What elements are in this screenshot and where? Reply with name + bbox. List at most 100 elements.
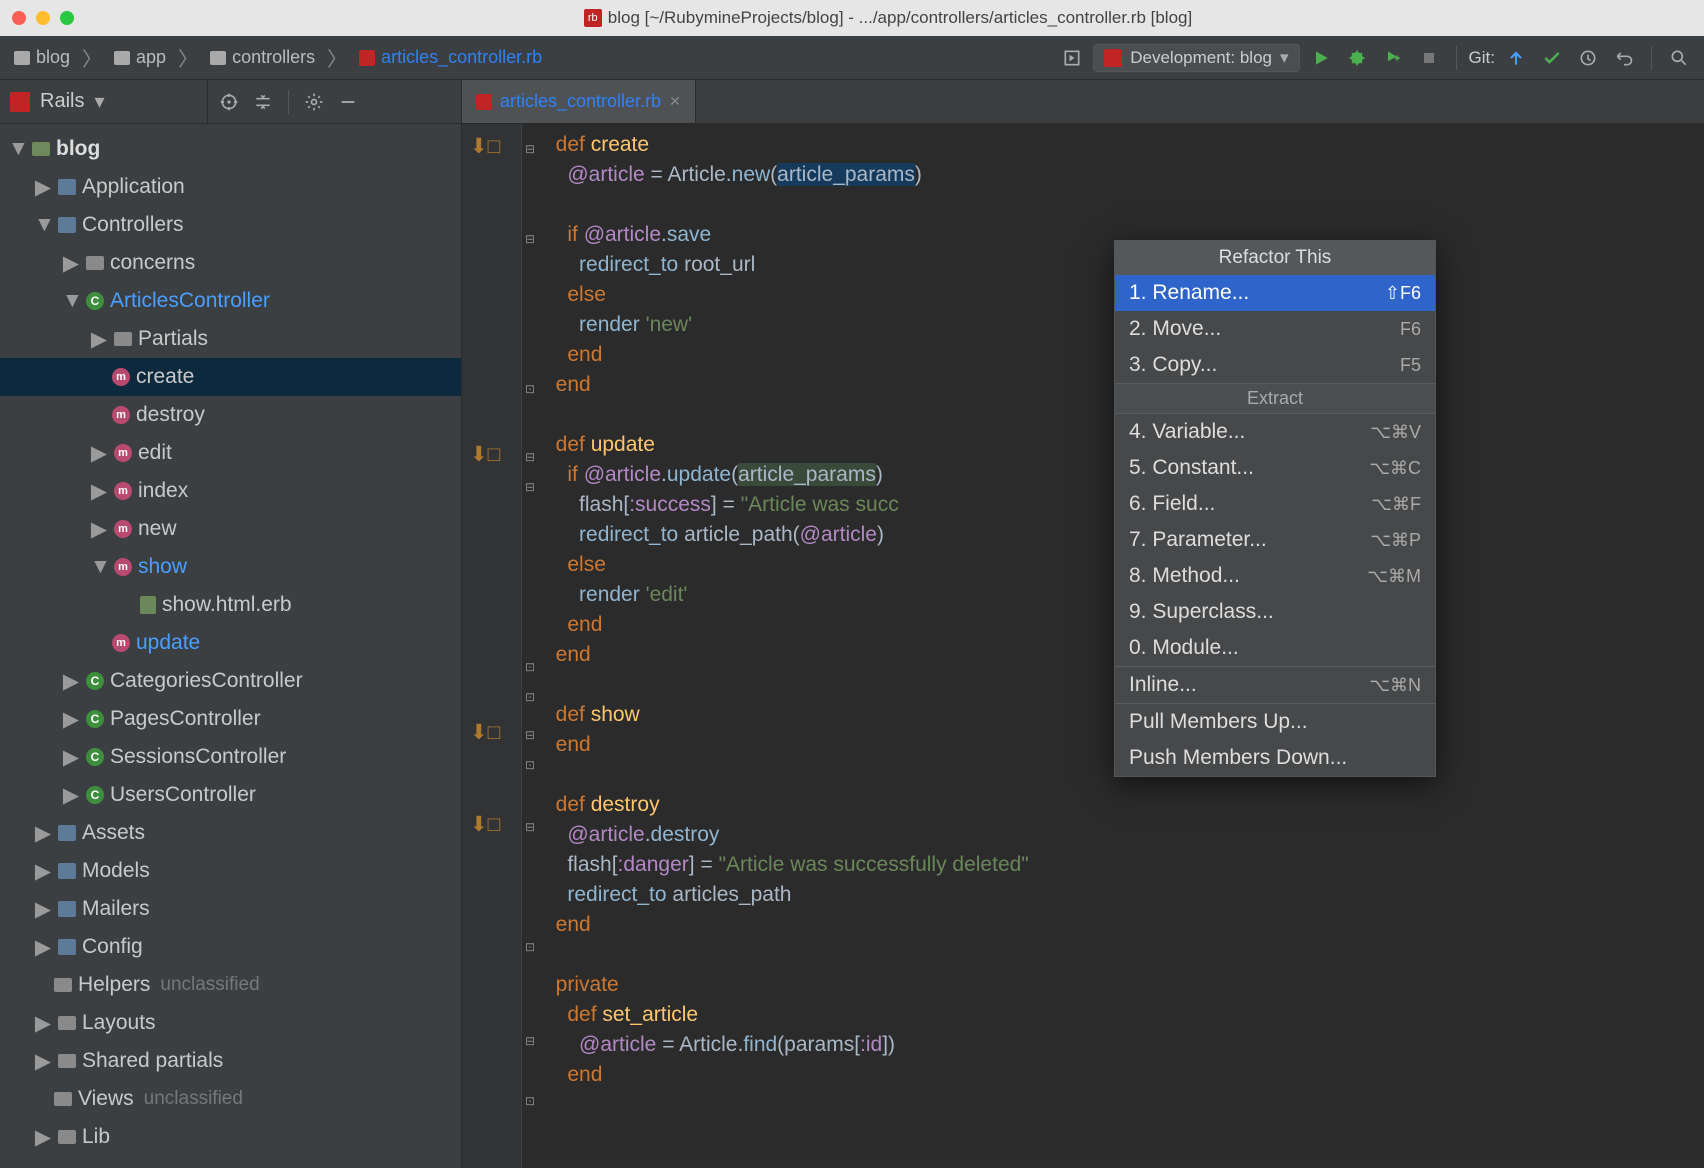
git-label: Git: bbox=[1469, 48, 1495, 68]
fold-column[interactable]: ⊟ ⊟ ⊡ ⊟ ⊟ ⊡ ⊡ ⊟ ⊡ ⊟ ⊡ ⊟ ⊡ bbox=[522, 124, 540, 1168]
git-commit-button[interactable] bbox=[1537, 43, 1567, 73]
ruby-file-icon bbox=[359, 50, 375, 66]
tree-categories-controller[interactable]: ▶CCategoriesController bbox=[0, 662, 461, 700]
folder-icon bbox=[58, 863, 76, 879]
git-update-button[interactable] bbox=[1501, 43, 1531, 73]
tree-method-update[interactable]: mupdate bbox=[0, 624, 461, 662]
git-history-button[interactable] bbox=[1573, 43, 1603, 73]
minimize-window-button[interactable] bbox=[36, 11, 50, 25]
folder-icon bbox=[58, 217, 76, 233]
build-button[interactable] bbox=[1057, 43, 1087, 73]
popup-item-pull-up[interactable]: Pull Members Up... bbox=[1115, 704, 1435, 740]
tree-config[interactable]: ▶Config bbox=[0, 928, 461, 966]
tree-method-edit[interactable]: ▶medit bbox=[0, 434, 461, 472]
tree-method-create[interactable]: mcreate bbox=[0, 358, 461, 396]
tree-root-blog[interactable]: ▼blog bbox=[0, 130, 461, 168]
popup-item-variable[interactable]: 4. Variable...⌥⌘V bbox=[1115, 414, 1435, 450]
tree-users-controller[interactable]: ▶CUsersController bbox=[0, 776, 461, 814]
tree-method-index[interactable]: ▶mindex bbox=[0, 472, 461, 510]
folder-icon bbox=[54, 978, 72, 992]
folder-icon bbox=[210, 51, 226, 65]
breadcrumb-app[interactable]: app bbox=[110, 47, 170, 68]
tree-views[interactable]: Viewsunclassified bbox=[0, 1080, 461, 1118]
class-icon: C bbox=[86, 292, 104, 310]
folder-icon bbox=[58, 1054, 76, 1068]
override-icon[interactable]: ⬇□ bbox=[470, 810, 490, 830]
method-icon: m bbox=[112, 634, 130, 652]
editor-tab-articles-controller[interactable]: articles_controller.rb ✕ bbox=[462, 80, 696, 123]
editor-gutter[interactable]: ⬇□ ⬇□ ⬇□ ⬇□ bbox=[462, 124, 522, 1168]
rails-icon bbox=[10, 92, 30, 112]
tree-controllers[interactable]: ▼Controllers bbox=[0, 206, 461, 244]
popup-item-method[interactable]: 8. Method...⌥⌘M bbox=[1115, 558, 1435, 594]
popup-item-inline[interactable]: Inline...⌥⌘N bbox=[1115, 667, 1435, 703]
popup-item-constant[interactable]: 5. Constant...⌥⌘C bbox=[1115, 450, 1435, 486]
folder-icon bbox=[58, 939, 76, 955]
debug-button[interactable] bbox=[1342, 43, 1372, 73]
run-coverage-button[interactable] bbox=[1378, 43, 1408, 73]
tree-lib[interactable]: ▶Lib bbox=[0, 1118, 461, 1156]
close-tab-button[interactable]: ✕ bbox=[669, 93, 681, 110]
tree-sessions-controller[interactable]: ▶CSessionsController bbox=[0, 738, 461, 776]
popup-item-copy[interactable]: 3. Copy...F5 bbox=[1115, 347, 1435, 383]
project-icon bbox=[32, 142, 50, 156]
tree-concerns[interactable]: ▶concerns bbox=[0, 244, 461, 282]
breadcrumb-controllers[interactable]: controllers bbox=[206, 47, 319, 68]
project-tree[interactable]: ▼blog ▶Application ▼Controllers ▶concern… bbox=[0, 124, 462, 1168]
git-revert-button[interactable] bbox=[1609, 43, 1639, 73]
locate-file-button[interactable] bbox=[216, 89, 242, 115]
tree-models[interactable]: ▶Models bbox=[0, 852, 461, 890]
popup-item-module[interactable]: 0. Module... bbox=[1115, 630, 1435, 666]
code-editor[interactable]: ⬇□ ⬇□ ⬇□ ⬇□ ⊟ ⊟ ⊡ ⊟ ⊟ ⊡ ⊡ ⊟ ⊡ ⊟ ⊡ ⊟ ⊡ de… bbox=[462, 124, 1704, 1168]
tree-articles-controller[interactable]: ▼CArticlesController bbox=[0, 282, 461, 320]
close-window-button[interactable] bbox=[12, 11, 26, 25]
tree-layouts[interactable]: ▶Layouts bbox=[0, 1004, 461, 1042]
tool-bar: Rails ▾ articles_controller.rb ✕ bbox=[0, 80, 1704, 124]
chevron-down-icon: ▾ bbox=[1280, 48, 1289, 68]
breadcrumb-blog[interactable]: blog bbox=[10, 47, 74, 68]
tree-partials[interactable]: ▶Partials bbox=[0, 320, 461, 358]
popup-item-superclass[interactable]: 9. Superclass... bbox=[1115, 594, 1435, 630]
folder-icon bbox=[58, 179, 76, 195]
settings-button[interactable] bbox=[301, 89, 327, 115]
collapse-all-button[interactable] bbox=[250, 89, 276, 115]
override-icon[interactable]: ⬇□ bbox=[470, 440, 490, 460]
refactor-this-popup: Refactor This 1. Rename...⇧F6 2. Move...… bbox=[1114, 240, 1436, 777]
hide-button[interactable] bbox=[335, 89, 361, 115]
override-icon[interactable]: ⬇□ bbox=[470, 132, 490, 152]
override-icon[interactable]: ⬇□ bbox=[470, 718, 490, 738]
tree-application[interactable]: ▶Application bbox=[0, 168, 461, 206]
popup-item-move[interactable]: 2. Move...F6 bbox=[1115, 311, 1435, 347]
chevron-right-icon: 〉 bbox=[327, 43, 347, 72]
chevron-right-icon: 〉 bbox=[178, 43, 198, 72]
rails-view-selector[interactable]: Rails ▾ bbox=[0, 80, 208, 123]
run-configuration-selector[interactable]: Development: blog ▾ bbox=[1093, 44, 1299, 72]
popup-item-parameter[interactable]: 7. Parameter...⌥⌘P bbox=[1115, 522, 1435, 558]
run-button[interactable] bbox=[1306, 43, 1336, 73]
popup-section-extract: Extract bbox=[1115, 383, 1435, 414]
tree-method-destroy[interactable]: mdestroy bbox=[0, 396, 461, 434]
breadcrumb-file[interactable]: articles_controller.rb bbox=[355, 47, 546, 68]
tree-method-new[interactable]: ▶mnew bbox=[0, 510, 461, 548]
tree-shared-partials[interactable]: ▶Shared partials bbox=[0, 1042, 461, 1080]
folder-icon bbox=[114, 332, 132, 346]
search-everywhere-button[interactable] bbox=[1664, 43, 1694, 73]
class-icon: C bbox=[86, 786, 104, 804]
window-title: rb blog [~/RubymineProjects/blog] - .../… bbox=[84, 8, 1692, 28]
method-icon: m bbox=[114, 520, 132, 538]
popup-item-push-down[interactable]: Push Members Down... bbox=[1115, 740, 1435, 776]
tree-file-show-erb[interactable]: show.html.erb bbox=[0, 586, 461, 624]
method-icon: m bbox=[114, 558, 132, 576]
tree-assets[interactable]: ▶Assets bbox=[0, 814, 461, 852]
tree-pages-controller[interactable]: ▶CPagesController bbox=[0, 700, 461, 738]
tree-method-show[interactable]: ▼mshow bbox=[0, 548, 461, 586]
popup-item-field[interactable]: 6. Field...⌥⌘F bbox=[1115, 486, 1435, 522]
zoom-window-button[interactable] bbox=[60, 11, 74, 25]
chevron-right-icon: 〉 bbox=[82, 43, 102, 72]
stop-button[interactable] bbox=[1414, 43, 1444, 73]
popup-item-rename[interactable]: 1. Rename...⇧F6 bbox=[1115, 275, 1435, 311]
class-icon: C bbox=[86, 710, 104, 728]
titlebar: rb blog [~/RubymineProjects/blog] - .../… bbox=[0, 0, 1704, 36]
tree-helpers[interactable]: Helpersunclassified bbox=[0, 966, 461, 1004]
tree-mailers[interactable]: ▶Mailers bbox=[0, 890, 461, 928]
